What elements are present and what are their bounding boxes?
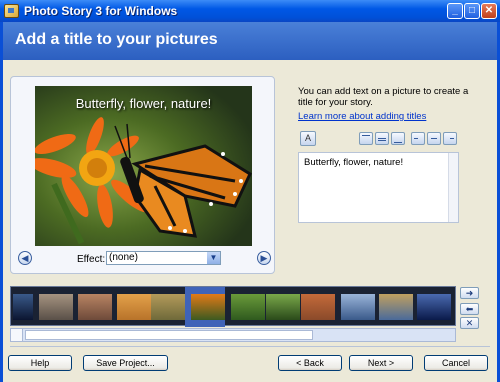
page-title: Add a title to your pictures: [15, 31, 218, 48]
filmstrip-thumbnail[interactable]: [301, 294, 335, 320]
photo-story-app-icon: [4, 4, 19, 18]
next-picture-button[interactable]: ▶: [257, 251, 271, 265]
save-project-button[interactable]: Save Project...: [83, 355, 168, 371]
title-text-input[interactable]: Butterfly, flower, nature!: [298, 152, 459, 223]
learn-more-link[interactable]: Learn more about adding titles: [298, 111, 426, 122]
next-button[interactable]: Next >: [349, 355, 413, 371]
title-bar: Photo Story 3 for Windows _ □ ✕: [0, 0, 500, 22]
scrollbar-thumb[interactable]: [25, 330, 313, 340]
preview-image: Butterfly, flower, nature!: [35, 86, 252, 246]
effect-label: Effect:: [77, 254, 106, 265]
filmstrip-thumbnail[interactable]: [78, 294, 112, 320]
font-icon[interactable]: A: [300, 131, 316, 146]
filmstrip-thumbnail[interactable]: [13, 294, 33, 320]
back-button[interactable]: < Back: [278, 355, 342, 371]
maximize-button[interactable]: □: [464, 3, 480, 19]
align-left-icon[interactable]: [411, 132, 425, 145]
title-text-value: Butterfly, flower, nature!: [304, 157, 404, 168]
cancel-button[interactable]: Cancel: [424, 355, 488, 371]
filmstrip[interactable]: [10, 286, 456, 327]
effect-value: (none): [109, 252, 138, 263]
minimize-button[interactable]: _: [447, 3, 463, 19]
previous-picture-button[interactable]: ◀: [18, 251, 32, 265]
remove-picture-button[interactable]: ✕: [460, 317, 479, 329]
align-middle-icon[interactable]: [375, 132, 389, 145]
move-left-button[interactable]: ⬅: [460, 303, 479, 315]
intro-text: You can add text on a picture to create …: [298, 86, 469, 108]
window-title: Photo Story 3 for Windows: [24, 4, 178, 18]
help-button[interactable]: Help: [8, 355, 72, 371]
scrollbar-start: [11, 329, 23, 341]
filmstrip-thumbnail[interactable]: [191, 294, 225, 320]
align-top-icon[interactable]: [359, 132, 373, 145]
move-right-button[interactable]: ➜: [460, 287, 479, 299]
preview-panel: Butterfly, flower, nature! ◀ Effect: (no…: [10, 76, 275, 274]
divider: [10, 346, 490, 347]
filmstrip-thumbnail[interactable]: [341, 294, 375, 320]
page-header: Add a title to your pictures: [3, 22, 497, 60]
align-right-icon[interactable]: [443, 132, 457, 145]
filmstrip-thumbnail[interactable]: [231, 294, 265, 320]
filmstrip-thumbnail[interactable]: [417, 294, 451, 320]
filmstrip-thumbnail[interactable]: [39, 294, 73, 320]
filmstrip-thumbnail[interactable]: [379, 294, 413, 320]
chevron-down-icon[interactable]: ▼: [207, 252, 220, 264]
filmstrip-scrollbar[interactable]: [10, 328, 456, 342]
close-button[interactable]: ✕: [481, 3, 497, 19]
main-content: Butterfly, flower, nature! ◀ Effect: (no…: [3, 60, 497, 382]
align-bottom-icon[interactable]: [391, 132, 405, 145]
filmstrip-thumbnail[interactable]: [266, 294, 300, 320]
filmstrip-thumbnail[interactable]: [151, 294, 185, 320]
filmstrip-thumbnail[interactable]: [117, 294, 151, 320]
align-center-icon[interactable]: [427, 132, 441, 145]
effect-dropdown[interactable]: (none) ▼: [106, 251, 221, 265]
preview-title-overlay: Butterfly, flower, nature!: [75, 96, 212, 111]
text-scrollbar[interactable]: [448, 153, 458, 222]
